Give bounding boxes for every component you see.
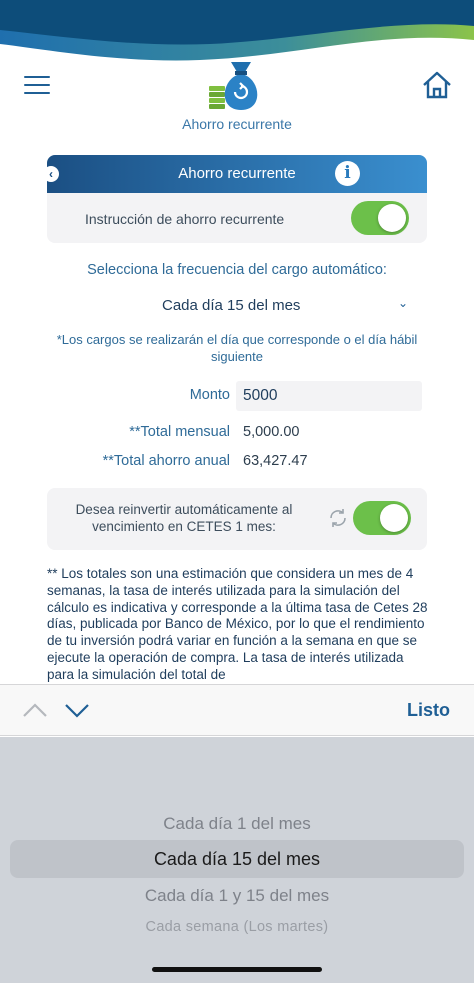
disclaimer-text: ** Los totales son una estimación que co… (47, 566, 428, 682)
frequency-select[interactable]: Cada día 15 del mes ⌄ (150, 294, 420, 318)
instruction-row: Instrucción de ahorro recurrente (47, 193, 427, 243)
hamburger-menu-icon[interactable] (24, 76, 50, 98)
reinvest-label: Desea reinvertir automáticamente al venc… (75, 502, 293, 534)
reinvest-row: Desea reinvertir automáticamente al venc… (47, 488, 427, 550)
total-anual-row: **Total ahorro anual 63,427.47 (0, 447, 474, 475)
picker-option[interactable]: Cada día 1 y 15 del mes (0, 886, 474, 906)
app-header: Ahorro recurrente (0, 58, 474, 138)
info-icon[interactable]: i (335, 161, 360, 186)
reinvest-toggle[interactable] (353, 501, 411, 535)
frequency-selected-value: Cada día 15 del mes (162, 297, 301, 314)
monto-label: Monto (189, 387, 230, 403)
card-title: Ahorro recurrente (178, 165, 296, 182)
picker-option-selected[interactable]: Cada día 15 del mes (0, 849, 474, 870)
frequency-label: Selecciona la frecuencia del cargo autom… (87, 262, 387, 278)
home-icon[interactable] (421, 70, 453, 100)
keyboard-accessory-bar: Listo (0, 684, 474, 736)
picker-option[interactable]: Cada semana (Los martes) (0, 919, 474, 935)
chevron-down-icon: ⌄ (398, 296, 409, 310)
toggle-knob (378, 204, 406, 232)
chevron-up-icon[interactable] (22, 701, 48, 719)
chevron-down-icon[interactable] (64, 701, 90, 719)
toggle-knob (380, 504, 408, 532)
done-button[interactable]: Listo (407, 700, 450, 721)
total-anual-value: 63,427.47 (243, 453, 308, 469)
money-bag-icon (209, 62, 258, 110)
picker-option[interactable]: Cada día 1 del mes (0, 814, 474, 834)
monto-input[interactable] (236, 381, 422, 411)
frequency-picker-wheel[interactable]: Cada día 1 del mes Cada día 15 del mes C… (0, 737, 474, 983)
total-mensual-row: **Total mensual 5,000.00 (0, 418, 474, 446)
section-label: Ahorro recurrente (182, 116, 292, 132)
charges-note: *Los cargos se realizarán el día que cor… (56, 332, 418, 364)
refresh-icon (330, 509, 346, 527)
instruction-label: Instrucción de ahorro recurrente (85, 211, 285, 227)
total-mensual-label: **Total mensual (129, 424, 230, 440)
card-header: ‹ Ahorro recurrente i (43, 155, 427, 193)
home-indicator (152, 967, 322, 972)
total-anual-label: **Total ahorro anual (102, 453, 230, 469)
instruction-toggle[interactable] (351, 201, 409, 235)
monto-row: Monto (0, 381, 474, 411)
total-mensual-value: 5,000.00 (243, 424, 300, 440)
